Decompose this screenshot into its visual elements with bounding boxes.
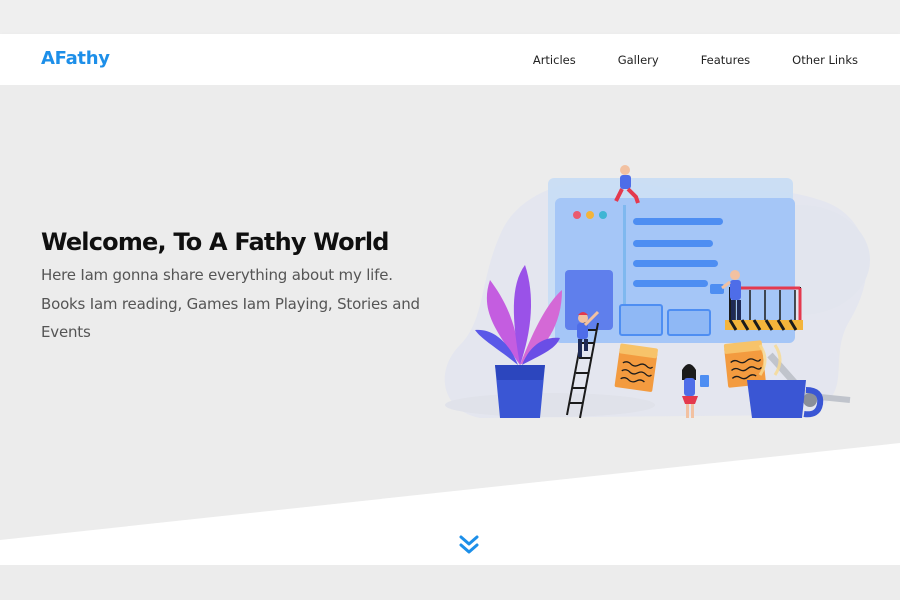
nav-item-features[interactable]: Features [701, 53, 750, 67]
hero-text: Welcome, To A Fathy World Here Iam gonna… [41, 225, 461, 347]
nav-item-other-links[interactable]: Other Links [792, 53, 858, 67]
top-strip [0, 0, 900, 34]
bottom-strip [0, 565, 900, 600]
hero-title: Welcome, To A Fathy World [41, 228, 389, 256]
scroll-down-button[interactable] [457, 533, 481, 557]
landing-section: Welcome, To A Fathy World Here Iam gonna… [0, 85, 900, 565]
hero-illustration [444, 165, 870, 419]
site-header: AFathy Articles Gallery Features Other L… [0, 34, 900, 85]
nav-item-gallery[interactable]: Gallery [618, 53, 659, 67]
nav-item-articles[interactable]: Articles [533, 53, 576, 67]
logo[interactable]: AFathy [41, 48, 110, 69]
hero-description: Here Iam gonna share everything about my… [41, 266, 420, 341]
double-chevron-down-icon [459, 535, 479, 554]
main-nav: Articles Gallery Features Other Links [491, 34, 858, 85]
